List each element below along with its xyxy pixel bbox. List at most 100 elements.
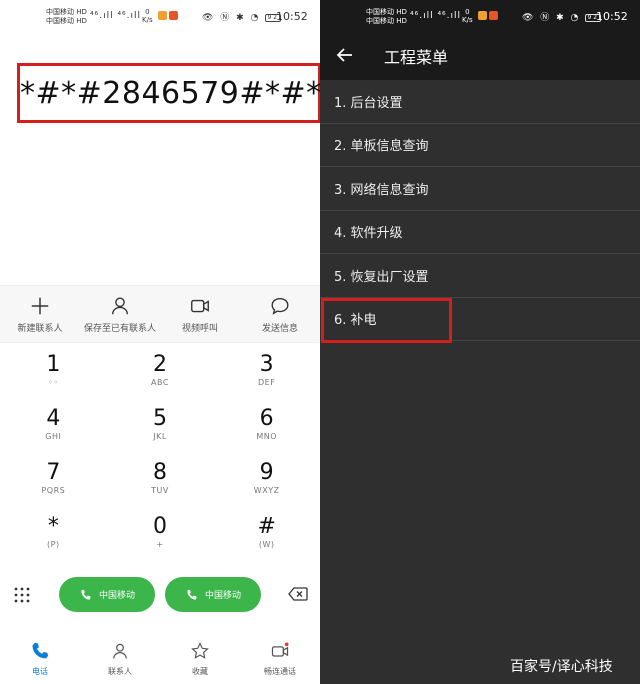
status-bar: 中国移动 HD 中国移动 HD ⁴⁶.ıll ⁴⁶.ıll 0 K/s 👁 Ⓝ … [320, 0, 640, 30]
call-sim1-button[interactable]: 中国移动 [59, 577, 155, 612]
page-title: 工程菜单 [384, 48, 449, 67]
key-7[interactable]: 7 PQRS [0, 460, 107, 514]
carrier-1: 中国移动 [366, 8, 394, 16]
key-letters: WXYZ [253, 486, 280, 495]
key-8[interactable]: 8 TUV [107, 460, 214, 514]
nav-favorites[interactable]: 收藏 [160, 635, 240, 684]
hd-badge: HD [76, 17, 87, 25]
key-digit: * [47, 514, 59, 539]
nav-label: 收藏 [192, 667, 208, 676]
key-letters: PQRS [41, 486, 66, 495]
app-notification-icon [489, 11, 498, 20]
key-letters: (P) [47, 540, 60, 549]
menu-item-software-upgrade[interactable]: 4. 软件升级 [320, 211, 640, 254]
key-hash[interactable]: # (W) [213, 514, 320, 568]
key-6[interactable]: 6 MNO [213, 406, 320, 460]
new-contact-button[interactable]: 新建联系人 [0, 286, 80, 342]
keypad-row: 7 PQRS 8 TUV 9 WXYZ [0, 460, 320, 514]
nav-contacts[interactable]: 联系人 [80, 635, 160, 684]
call-row: 中国移动 中国移动 [0, 577, 320, 613]
video-call-button[interactable]: 视频呼叫 [160, 286, 240, 342]
message-bubble-icon [271, 297, 289, 315]
nav-label: 畅连通话 [264, 667, 296, 676]
key-0[interactable]: 0 + [107, 514, 214, 568]
key-digit: 9 [259, 460, 274, 485]
phone-icon [32, 642, 49, 659]
menu-item-background-settings[interactable]: 1. 后台设置 [320, 80, 640, 124]
back-arrow-icon[interactable] [336, 46, 354, 64]
system-icons: 👁 Ⓝ ✱ ◔ 92 [522, 10, 602, 23]
clock: 10:52 [276, 10, 308, 23]
backspace-icon[interactable] [288, 587, 308, 601]
action-label: 发送信息 [261, 324, 298, 334]
nav-phone[interactable]: 电话 [0, 635, 80, 684]
speed-unit: K/s [142, 16, 153, 24]
carrier-1: 中国移动 [46, 8, 74, 16]
app-notification-icon [169, 11, 178, 20]
key-letters: (W) [258, 540, 275, 549]
key-digit: # [257, 514, 276, 539]
menu-item-network-info[interactable]: 3. 网络信息查询 [320, 167, 640, 211]
menu-item-factory-reset[interactable]: 5. 恢复出厂设置 [320, 254, 640, 298]
keypad-toggle-icon[interactable] [14, 587, 30, 603]
key-letters: MNO [256, 432, 278, 441]
speed-value: 0 [465, 8, 470, 16]
system-icons: 👁 Ⓝ ✱ ◔ 92 [202, 10, 282, 23]
send-message-button[interactable]: 发送信息 [240, 286, 320, 342]
status-bar: 中国移动 HD 中国移动 HD ⁴⁶.ıll ⁴⁶.ıll 0 K/s 👁 Ⓝ … [0, 0, 320, 30]
carrier-labels: 中国移动 HD 中国移动 HD [366, 8, 407, 26]
plus-icon [31, 297, 49, 315]
nav-label: 电话 [32, 667, 48, 676]
carrier-2: 中国移动 [366, 17, 394, 25]
key-digit: 1 [46, 352, 61, 377]
voicemail-icon: ◦◦ [48, 378, 59, 387]
key-letters: GHI [45, 432, 62, 441]
phone-sim1-icon [81, 589, 91, 600]
key-1[interactable]: 1 ◦◦ [0, 352, 107, 406]
key-2[interactable]: 2 ABC [107, 352, 214, 406]
call-sim2-button[interactable]: 中国移动 [165, 577, 261, 612]
clock: 10:52 [596, 10, 628, 23]
action-label: 保存至已有联系人 [83, 324, 156, 334]
person-icon [111, 297, 129, 315]
key-4[interactable]: 4 GHI [0, 406, 107, 460]
key-star[interactable]: * (P) [0, 514, 107, 568]
key-digit: 3 [259, 352, 274, 377]
signal-icon: ⁴⁶.ıll ⁴⁶.ıll [410, 11, 462, 21]
dial-keypad: 1 ◦◦ 2 ABC 3 DEF 4 GHI 5 JKL 6 MNO 7 PQRS 8 TUV … [0, 352, 320, 568]
notification-icons [478, 11, 498, 20]
save-to-existing-contact-button[interactable]: 保存至已有联系人 [80, 286, 160, 342]
network-speed: 0 K/s [462, 8, 473, 24]
dialed-number-highlight: *#*#2846579#*#* [17, 63, 321, 123]
key-digit: 2 [153, 352, 167, 377]
key-digit: 6 [259, 406, 274, 431]
dialer-screen: 中国移动 HD 中国移动 HD ⁴⁶.ıll ⁴⁶.ıll 0 K/s 👁 Ⓝ … [0, 0, 321, 684]
key-5[interactable]: 5 JKL [107, 406, 214, 460]
keypad-row: 1 ◦◦ 2 ABC 3 DEF [0, 352, 320, 406]
key-digit: 7 [46, 460, 61, 485]
key-9[interactable]: 9 WXYZ [213, 460, 320, 514]
carrier-labels: 中国移动 HD 中国移动 HD [46, 8, 87, 26]
hd-badge: HD [396, 8, 407, 16]
menu-item-board-info[interactable]: 2. 单板信息查询 [320, 124, 640, 167]
key-letters: + [156, 540, 164, 549]
bottom-nav: 电话 联系人 收藏 畅连通话 [0, 635, 320, 684]
dialer-actions: 新建联系人 保存至已有联系人 视频呼叫 发送信息 [0, 285, 320, 343]
key-digit: 4 [46, 406, 61, 431]
key-digit: 0 [153, 514, 167, 539]
signal-icon: ⁴⁶.ıll ⁴⁶.ıll [90, 11, 142, 21]
notification-icons [158, 11, 178, 20]
contacts-icon [113, 643, 127, 659]
speed-value: 0 [145, 8, 150, 16]
key-digit: 8 [153, 460, 167, 485]
nav-meetime[interactable]: 畅连通话 [240, 635, 320, 684]
speed-unit: K/s [462, 16, 473, 24]
call-sim1-label: 中国移动 [98, 591, 135, 601]
carrier-2: 中国移动 [46, 17, 74, 25]
app-notification-icon [158, 11, 167, 20]
action-label: 视频呼叫 [181, 324, 218, 334]
key-letters: TUV [151, 486, 169, 495]
key-3[interactable]: 3 DEF [213, 352, 320, 406]
app-notification-icon [478, 11, 487, 20]
dialed-number[interactable]: *#*#2846579#*#* [20, 76, 321, 111]
